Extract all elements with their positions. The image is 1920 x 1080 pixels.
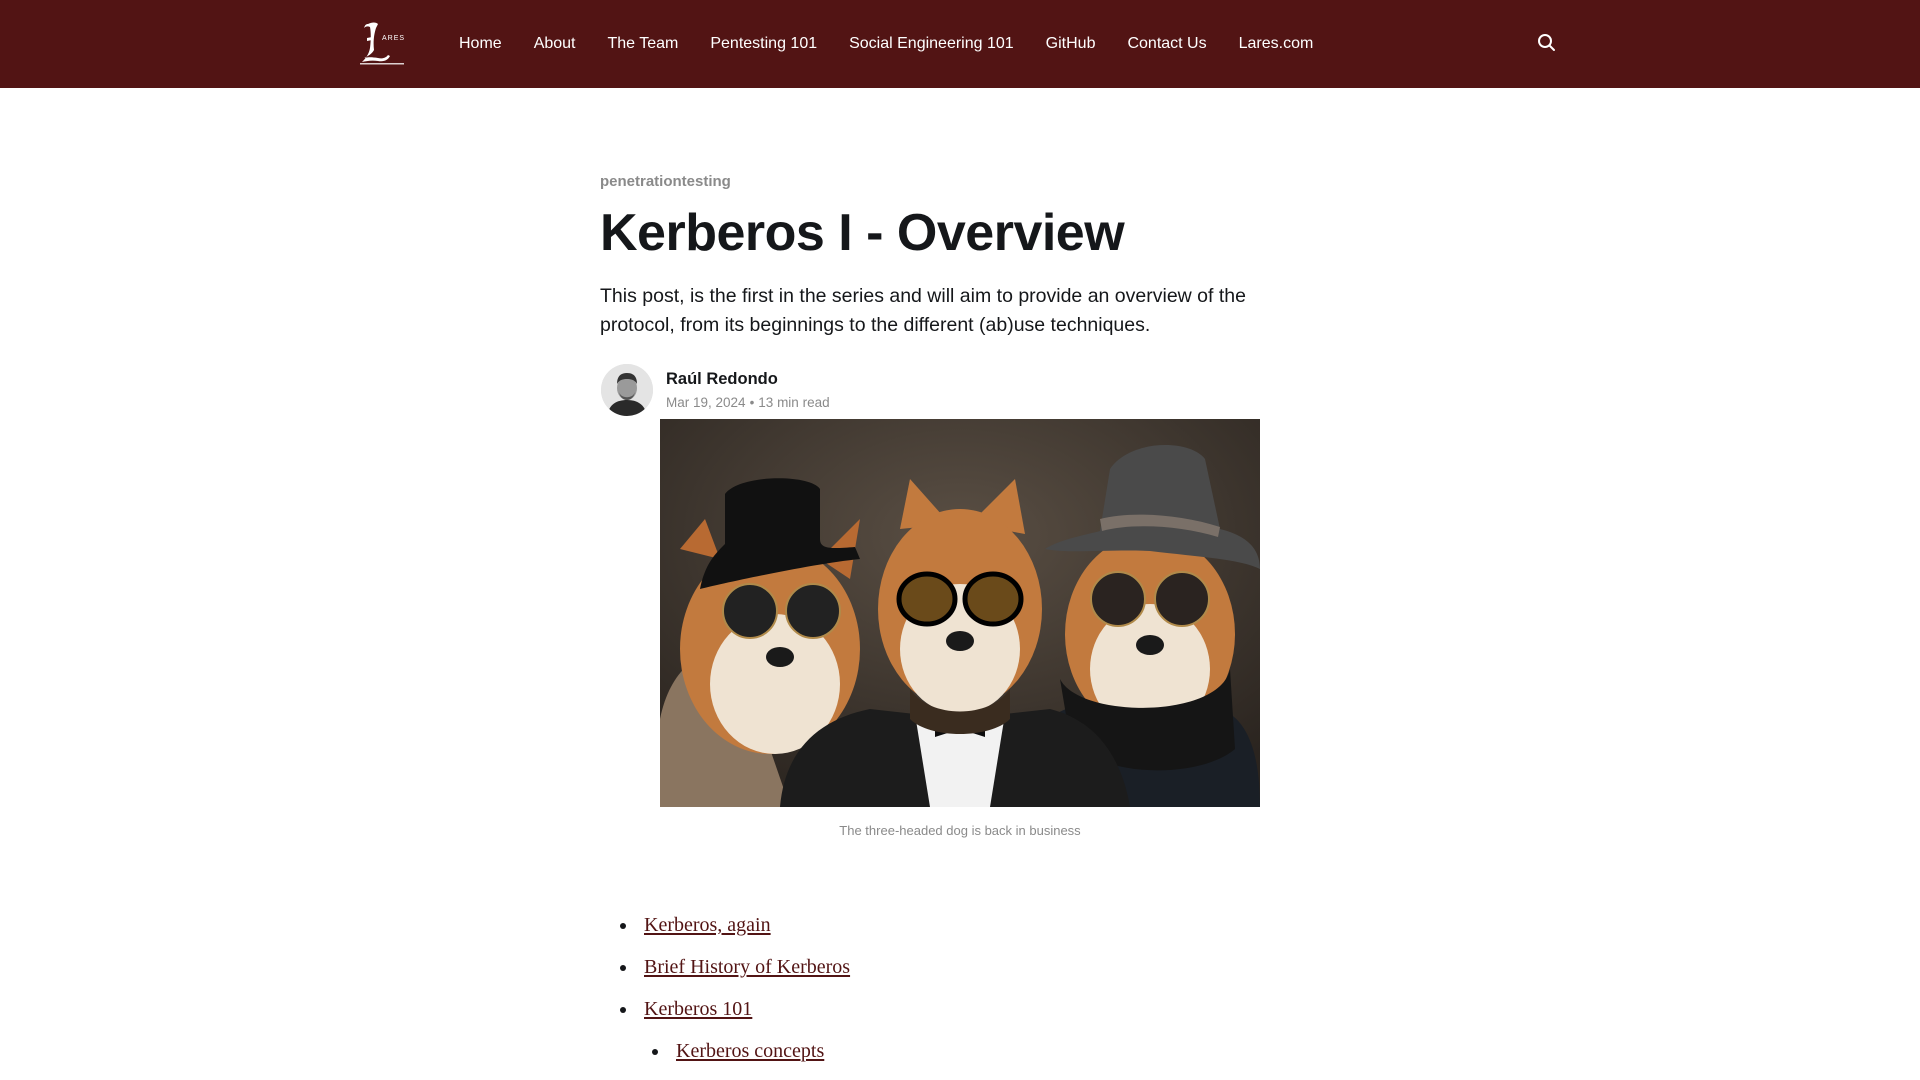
author-avatar[interactable] <box>601 364 653 416</box>
main-nav: Home About The Team Pentesting 101 Socia… <box>459 0 1313 88</box>
author-name[interactable]: Raúl Redondo <box>666 370 778 389</box>
toc-item: Brief History of Kerberos <box>600 952 1320 994</box>
nav-pentesting-101[interactable]: Pentesting 101 <box>710 0 817 88</box>
toc-link-kerberos-again[interactable]: Kerberos, again <box>644 914 771 936</box>
feature-image-caption: The three-headed dog is back in business <box>839 823 1081 838</box>
post-date: Mar 19, 2024 <box>666 395 746 410</box>
site-header: ARES Home About The Team Pentesting 101 … <box>0 0 1920 88</box>
feature-image <box>660 419 1260 807</box>
nav-lares-com[interactable]: Lares.com <box>1239 0 1314 88</box>
article-excerpt: This post, is the first in the series an… <box>600 285 1246 336</box>
table-of-contents: Kerberos, again Brief History of Kerbero… <box>600 910 1320 1078</box>
search-icon <box>1538 34 1555 51</box>
toc-list: Kerberos, again Brief History of Kerbero… <box>600 910 1320 1078</box>
site-logo[interactable]: ARES <box>358 20 406 66</box>
reading-time: 13 min read <box>758 395 830 410</box>
svg-text:ARES: ARES <box>382 35 405 42</box>
toc-item: Kerberos, again <box>600 910 1320 952</box>
nav-github[interactable]: GitHub <box>1046 0 1096 88</box>
search-button[interactable] <box>1536 32 1558 54</box>
nav-home[interactable]: Home <box>459 0 502 88</box>
article-title: Kerberos I - Overview <box>600 204 1125 262</box>
primary-tag[interactable]: penetrationtesting <box>600 173 731 190</box>
nav-about[interactable]: About <box>534 0 576 88</box>
toc-subitem: Kerberos concepts <box>600 1036 1320 1078</box>
toc-item: Kerberos 101 <box>600 994 1320 1036</box>
toc-link-kerberos-concepts[interactable]: Kerberos concepts <box>676 1040 824 1062</box>
meta-separator: • <box>749 395 755 410</box>
nav-contact-us[interactable]: Contact Us <box>1127 0 1206 88</box>
three-dogs-image <box>660 419 1260 807</box>
toc-link-brief-history[interactable]: Brief History of Kerberos <box>644 956 850 978</box>
toc-link-kerberos-101[interactable]: Kerberos 101 <box>644 998 752 1020</box>
lares-logo-icon: ARES <box>360 22 405 65</box>
nav-the-team[interactable]: The Team <box>608 0 679 88</box>
nav-social-engineering-101[interactable]: Social Engineering 101 <box>849 0 1014 88</box>
author-photo <box>601 364 653 416</box>
byline: Raúl Redondo Mar 19, 2024 • 13 min read <box>600 364 1320 418</box>
post-meta: Mar 19, 2024 • 13 min read <box>666 395 830 410</box>
